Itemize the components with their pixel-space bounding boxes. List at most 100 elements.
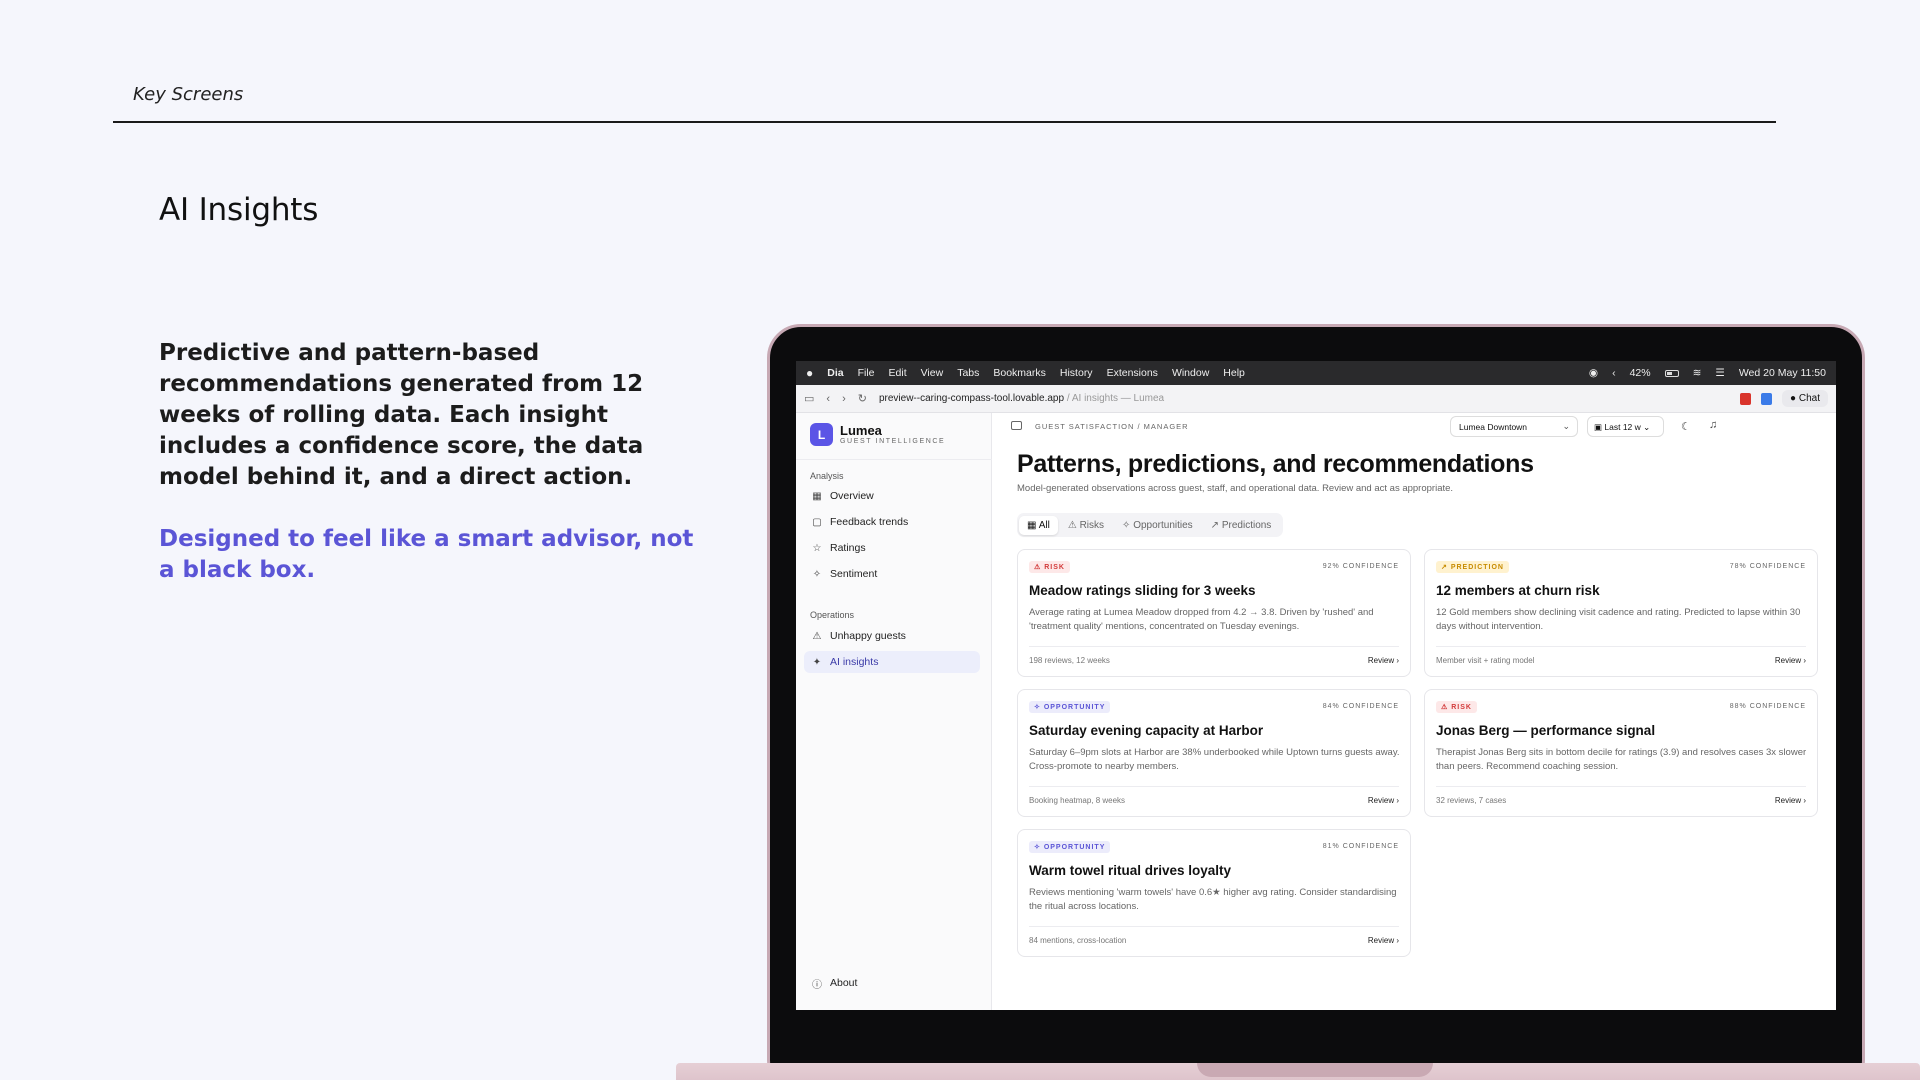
top-bar: GUEST SATISFACTION / MANAGER Lumea Downt… xyxy=(993,413,1836,441)
menu-history[interactable]: History xyxy=(1060,367,1093,379)
panel-toggle-icon[interactable] xyxy=(1011,421,1022,430)
browser-actions: ● Chat xyxy=(1740,390,1828,407)
tab-label: All xyxy=(1038,519,1050,531)
review-link[interactable]: Review › xyxy=(1775,796,1806,805)
card-title: Warm towel ritual drives loyalty xyxy=(1029,863,1232,878)
confidence-label: 88% CONFIDENCE xyxy=(1729,703,1806,710)
moon-icon[interactable]: ☾ xyxy=(1681,420,1691,433)
control-center-icon[interactable]: ☰ xyxy=(1715,367,1724,379)
prediction-badge: ↗ PREDICTION xyxy=(1436,561,1509,573)
menubar-app-name[interactable]: Dia xyxy=(827,367,843,379)
play-icon[interactable]: ◉ xyxy=(1589,367,1598,379)
sidebar-item-label: AI insights xyxy=(830,656,879,668)
review-link[interactable]: Review › xyxy=(1775,656,1806,665)
card-meta: 84 mentions, cross-location xyxy=(1029,936,1127,945)
insight-card[interactable]: ✧ OPPORTUNITY 84% CONFIDENCE Saturday ev… xyxy=(1017,689,1411,817)
grid-icon: ▦ xyxy=(1027,519,1037,531)
card-meta: 32 reviews, 7 cases xyxy=(1436,796,1507,805)
tab-label: Predictions xyxy=(1221,519,1272,531)
sidebar-item-label: Unhappy guests xyxy=(830,630,906,642)
opportunity-badge: ✧ OPPORTUNITY xyxy=(1029,841,1111,853)
risk-badge: ⚠ RISK xyxy=(1029,561,1070,573)
card-divider xyxy=(1436,786,1806,787)
chat-label: Chat xyxy=(1798,393,1820,404)
menu-tabs[interactable]: Tabs xyxy=(957,367,979,379)
wifi-icon[interactable]: ≋ xyxy=(1693,367,1702,379)
bell-icon[interactable]: ♫ xyxy=(1709,419,1717,431)
macos-menubar: ● Dia File Edit View Tabs Bookmarks Hist… xyxy=(796,361,1836,385)
sidebar-toggle-icon[interactable]: ▭ xyxy=(804,392,814,405)
card-meta: Booking heatmap, 8 weeks xyxy=(1029,796,1126,805)
sidebar-item-sentiment[interactable]: ✧ Sentiment xyxy=(804,563,980,585)
extension-icon[interactable] xyxy=(1761,392,1773,405)
insight-card[interactable]: ⚠ RISK 88% CONFIDENCE Jonas Berg — perfo… xyxy=(1424,689,1818,817)
confidence-label: 78% CONFIDENCE xyxy=(1729,563,1806,570)
tab-label: Opportunities xyxy=(1133,519,1193,531)
card-title: Meadow ratings sliding for 3 weeks xyxy=(1029,583,1256,598)
calendar-icon: ▣ xyxy=(1594,422,1603,432)
back-icon[interactable]: ‹ xyxy=(826,393,830,405)
tab-all[interactable]: ▦ All xyxy=(1019,515,1058,535)
laptop-notch xyxy=(1197,1063,1433,1077)
battery-icon[interactable] xyxy=(1664,369,1679,377)
date-range-select[interactable]: ▣ Last 12 w ⌄ xyxy=(1587,416,1664,437)
sidebar-item-feedback-trends[interactable]: ▢ Feedback trends xyxy=(804,511,980,533)
chevron-down-icon: ⌄ xyxy=(1562,421,1570,431)
menu-window[interactable]: Window xyxy=(1172,367,1209,379)
address-bar[interactable]: preview--caring-compass-tool.lovable.app… xyxy=(879,393,1164,404)
tab-predictions[interactable]: ↗ Predictions xyxy=(1203,516,1280,535)
brand[interactable]: L Lumea GUEST INTELLIGENCE xyxy=(810,423,945,446)
forward-icon[interactable]: › xyxy=(842,393,846,405)
pdf-extension-icon[interactable] xyxy=(1740,392,1752,405)
badge-label: RISK xyxy=(1044,564,1065,571)
alert-triangle-icon: ⚠ xyxy=(1067,519,1077,531)
main-content: GUEST SATISFACTION / MANAGER Lumea Downt… xyxy=(993,413,1836,1010)
menubar-datetime[interactable]: Wed 20 May 11:50 xyxy=(1739,367,1826,379)
menu-view[interactable]: View xyxy=(921,367,944,379)
card-title: Jonas Berg — performance signal xyxy=(1436,723,1656,738)
tab-risks[interactable]: ⚠ Risks xyxy=(1060,516,1112,535)
review-link[interactable]: Review › xyxy=(1368,656,1399,665)
section-label-operations: Operations xyxy=(810,610,855,620)
brand-name: Lumea xyxy=(840,423,882,438)
review-link[interactable]: Review › xyxy=(1368,936,1399,945)
insight-card[interactable]: ✧ OPPORTUNITY 81% CONFIDENCE Warm towel … xyxy=(1017,829,1411,957)
sidebar-item-overview[interactable]: ▦ Overview xyxy=(804,485,980,507)
apple-icon[interactable]: ● xyxy=(806,366,813,380)
sidebar-item-label: Sentiment xyxy=(830,568,878,580)
sidebar-item-ratings[interactable]: ☆ Ratings xyxy=(804,537,980,559)
insight-card[interactable]: ↗ PREDICTION 78% CONFIDENCE 12 members a… xyxy=(1424,549,1818,677)
brand-logo: L xyxy=(810,423,833,446)
battery-percent: 42% xyxy=(1629,367,1651,379)
url-page: / AI insights — Lumea xyxy=(1064,393,1165,404)
sidebar-item-about[interactable]: ⓘ About xyxy=(804,972,980,994)
sidebar-item-ai-insights[interactable]: ✦ AI insights xyxy=(804,651,980,673)
card-divider xyxy=(1029,646,1399,647)
card-description: Therapist Jonas Berg sits in bottom deci… xyxy=(1436,747,1807,772)
date-range-value: Last 12 w xyxy=(1604,422,1641,432)
chat-button[interactable]: ● Chat xyxy=(1782,390,1828,407)
brain-icon: ✦ xyxy=(812,656,822,668)
url-host: preview--caring-compass-tool.lovable.app xyxy=(878,393,1065,404)
chevron-left-icon[interactable]: ‹ xyxy=(1612,367,1616,379)
grid-icon: ▦ xyxy=(812,490,822,502)
menu-edit[interactable]: Edit xyxy=(889,367,907,379)
card-description: Average rating at Lumea Meadow dropped f… xyxy=(1029,607,1374,632)
slide-accent: Designed to feel like a smart advisor, n… xyxy=(159,526,694,583)
reload-icon[interactable]: ↻ xyxy=(858,392,867,405)
tab-opportunities[interactable]: ✧ Opportunities xyxy=(1114,516,1201,535)
opportunity-badge: ✧ OPPORTUNITY xyxy=(1029,701,1111,713)
sidebar-item-label: Feedback trends xyxy=(830,516,909,528)
badge-label: OPPORTUNITY xyxy=(1043,844,1106,851)
menu-extensions[interactable]: Extensions xyxy=(1107,367,1158,379)
card-description: Reviews mentioning 'warm towels' have 0.… xyxy=(1029,887,1397,912)
menu-file[interactable]: File xyxy=(858,367,875,379)
review-link[interactable]: Review › xyxy=(1368,796,1399,805)
menu-bookmarks[interactable]: Bookmarks xyxy=(993,367,1046,379)
location-select[interactable]: Lumea Downtown ⌄ xyxy=(1450,416,1578,437)
insight-card[interactable]: ⚠ RISK 92% CONFIDENCE Meadow ratings sli… xyxy=(1017,549,1411,677)
sidebar-item-unhappy-guests[interactable]: ⚠ Unhappy guests xyxy=(804,625,980,647)
slide-header: Key Screens xyxy=(133,84,244,105)
menu-help[interactable]: Help xyxy=(1223,367,1245,379)
card-meta: Member visit + rating model xyxy=(1436,656,1535,665)
